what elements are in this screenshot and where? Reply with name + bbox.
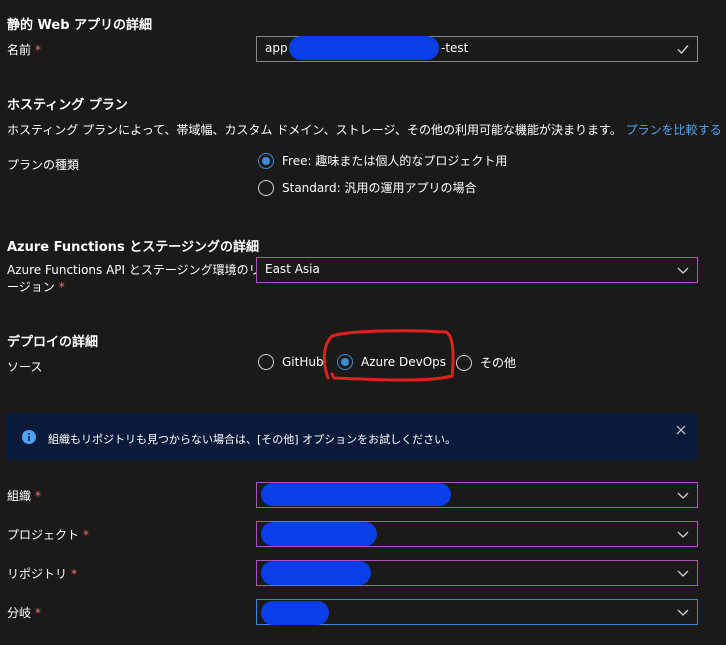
name-input-suffix: -test: [441, 41, 469, 55]
source-label: ソース: [7, 360, 43, 374]
static-web-app-heading: 静的 Web アプリの詳細: [7, 18, 153, 33]
info-icon: [22, 430, 36, 444]
check-icon: [677, 45, 689, 55]
org-select[interactable]: [256, 482, 698, 508]
region-select[interactable]: East Asia: [256, 257, 698, 283]
required-mark: *: [35, 606, 42, 620]
chevron-down-icon: [677, 570, 689, 577]
radio-unselected-icon: [258, 179, 274, 196]
hosting-heading: ホスティング プラン: [7, 98, 128, 113]
region-label-line1: Azure Functions API とステージング環境のリ: [7, 263, 261, 277]
source-option-github-label: GitHub: [282, 355, 324, 369]
radio-selected-icon: [258, 152, 274, 169]
source-option-other-label: その他: [480, 356, 517, 370]
required-mark: *: [35, 489, 42, 503]
hosting-description: ホスティング プランによって、帯域幅、カスタム ドメイン、ストレージ、その他の利…: [7, 123, 622, 137]
name-input-prefix: app: [265, 41, 288, 55]
region-label-wrap: Azure Functions API とステージング環境のリ ージョン *: [7, 262, 261, 296]
chevron-down-icon: [677, 609, 689, 616]
info-banner: 組織もリポジトリも見つからない場合は、[その他] オプションをお試しください。: [6, 413, 698, 461]
project-label: プロジェクト: [7, 528, 80, 542]
plan-option-standard-label: Standard: 汎用の運用アプリの場合: [282, 181, 477, 195]
functions-heading: Azure Functions とステージングの詳細: [7, 240, 259, 255]
plan-option-standard[interactable]: Standard: 汎用の運用アプリの場合: [258, 179, 476, 196]
project-label-wrap: プロジェクト *: [7, 526, 89, 543]
repo-label: リポジトリ: [7, 567, 68, 581]
highlight-annotation: [322, 329, 455, 382]
project-select[interactable]: [256, 521, 698, 547]
chevron-down-icon: [677, 267, 689, 274]
required-mark: *: [35, 43, 42, 57]
hosting-description-wrap: ホスティング プランによって、帯域幅、カスタム ドメイン、ストレージ、その他の利…: [7, 121, 722, 138]
redaction-mark: [261, 561, 371, 585]
compare-plans-link[interactable]: プランを比較する: [626, 123, 722, 137]
required-mark: *: [83, 528, 90, 542]
info-banner-text: 組織もリポジトリも見つからない場合は、[その他] オプションをお試しください。: [48, 433, 457, 446]
redaction-mark: [289, 36, 439, 60]
source-option-github[interactable]: GitHub: [258, 354, 324, 370]
chevron-down-icon: [677, 531, 689, 538]
chevron-down-icon: [677, 492, 689, 499]
plan-type-label: プランの種類: [7, 158, 80, 172]
source-option-other[interactable]: その他: [456, 354, 516, 371]
region-select-value: East Asia: [265, 262, 320, 276]
required-mark: *: [71, 567, 78, 581]
org-label: 組織: [7, 489, 32, 503]
redaction-mark: [261, 522, 377, 546]
branch-label-wrap: 分岐 *: [7, 604, 41, 621]
plan-option-free[interactable]: Free: 趣味または個人的なプロジェクト用: [258, 152, 507, 169]
org-label-wrap: 組織 *: [7, 487, 41, 504]
radio-unselected-icon: [258, 354, 274, 370]
plan-option-free-label: Free: 趣味または個人的なプロジェクト用: [282, 154, 508, 168]
deploy-heading: デプロイの詳細: [7, 335, 99, 350]
redaction-mark: [261, 601, 329, 625]
branch-label: 分岐: [7, 606, 32, 620]
name-label: 名前: [7, 43, 32, 57]
name-label-wrap: 名前 *: [7, 41, 41, 58]
repo-label-wrap: リポジトリ *: [7, 565, 77, 582]
name-input[interactable]: app -test: [256, 36, 698, 62]
required-mark: *: [58, 280, 65, 294]
close-icon[interactable]: [676, 425, 686, 435]
region-label-line2: ージョン: [7, 280, 55, 294]
repo-select[interactable]: [256, 560, 698, 586]
branch-select[interactable]: [256, 599, 698, 625]
redaction-mark: [261, 483, 451, 506]
